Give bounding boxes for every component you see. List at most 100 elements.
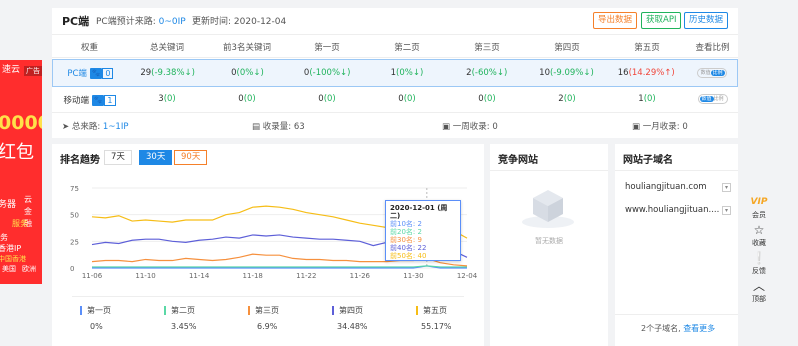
range-7-days-button[interactable]: 7天	[104, 150, 132, 165]
right-toolbar: VIP 会员 ☆ 收藏 ❕ 反馈 ︿ 顶部	[744, 195, 774, 307]
feedback-button[interactable]: ❕ 反馈	[744, 251, 774, 276]
x-tick-label: 11-26	[350, 272, 371, 280]
favorite-button[interactable]: ☆ 收藏	[744, 223, 774, 248]
history-data-button[interactable]: 历史数据	[684, 12, 729, 29]
arrow-up-icon: ︿	[752, 279, 765, 293]
legend-percent: 0%	[90, 322, 103, 331]
table-header: 权重 总关键词 前3名关键词 第一页 第二页 第三页 第四页 第五页 查看比例	[52, 41, 738, 53]
label: 一周收录:	[452, 122, 490, 132]
subdomain-footer: 2个子域名, 查看更多	[641, 323, 715, 334]
feedback-label: 反馈	[752, 267, 766, 275]
legend-item[interactable]: 第三页	[248, 305, 279, 316]
subdomain-count: 2个子域名,	[641, 324, 681, 333]
change: (0)	[323, 94, 336, 104]
change: (-100%↓)	[309, 68, 351, 78]
ad-text: 服务	[12, 219, 28, 228]
toggle-ratio: 比例	[713, 96, 724, 102]
value: 63	[293, 122, 305, 132]
star-icon: ☆	[753, 223, 765, 237]
ad-text: 云	[24, 195, 32, 204]
subdomain-item[interactable]: houliangjituan.com	[625, 182, 707, 192]
ad-text: 务器	[0, 200, 17, 210]
legend-item[interactable]: 第四页	[332, 305, 363, 316]
vip-button[interactable]: VIP 会员	[744, 195, 774, 220]
chevron-down-icon[interactable]: ▾	[722, 206, 731, 215]
total-cell: 3(0)	[127, 94, 207, 106]
favorite-label: 收藏	[752, 239, 766, 247]
legend-percent: 55.17%	[421, 322, 452, 331]
legend-percent: 34.48%	[337, 322, 368, 331]
source-value: 0~0IP	[158, 17, 186, 27]
value-ratio-toggle[interactable]: 数值 比例	[696, 67, 727, 78]
legend-item[interactable]: 第一页	[80, 305, 111, 316]
back-to-top-button[interactable]: ︿ 顶部	[744, 279, 774, 304]
device-name[interactable]: PC端	[67, 69, 87, 79]
col-page4: 第四页	[554, 43, 580, 53]
change: (14.29%↑)	[628, 68, 675, 78]
label: 一月收录:	[642, 122, 680, 132]
change: (0)	[563, 94, 576, 104]
legend-percent: 6.9%	[257, 322, 278, 331]
page5-cell: 16(14.29%↑)	[606, 68, 686, 78]
ad-tag: 广告	[24, 66, 42, 76]
col-weight: 权重	[80, 43, 98, 53]
page3-cell: 0(0)	[447, 94, 527, 106]
series-line[interactable]	[92, 265, 467, 268]
ad-text: 务	[0, 233, 8, 242]
empty-box-icon	[522, 190, 574, 228]
value-ratio-toggle[interactable]: 数值 比例	[697, 94, 728, 104]
left-advertisement[interactable]: 广告 速云 0000 红包 务器 云 金 融 服务 务 香港IP 中国香港 美国…	[0, 60, 42, 284]
device-name[interactable]: 移动端	[63, 96, 89, 106]
legend-label: 第二页	[171, 306, 195, 315]
tooltip-line: 前10名: 2	[390, 220, 422, 228]
source-estimate: PC端预计来路: 0~0IP	[96, 14, 186, 27]
ratio-cell: 数值 比例	[686, 67, 737, 79]
subdomain-item[interactable]: www.houliangjituan....	[625, 205, 719, 215]
page3-cell: 2(-60%↓)	[447, 68, 527, 78]
change: (0%↓)	[396, 68, 424, 78]
table-row: PC端 🐾 0 29(-9.38%↓) 0(0%↓) 0(-100%↓) 1(0%…	[52, 59, 738, 87]
page2-cell: 1(0%↓)	[367, 68, 447, 78]
range-90-days-button[interactable]: 90天	[174, 150, 208, 165]
page4-cell: 10(-9.09%↓)	[527, 68, 607, 78]
value: 29	[140, 68, 152, 78]
x-tick-label: 11-10	[135, 272, 155, 280]
page-title: PC端	[62, 15, 90, 28]
page5-cell: 1(0)	[607, 94, 687, 106]
legend-item[interactable]: 第二页	[164, 305, 195, 316]
x-tick-label: 11-22	[296, 272, 316, 280]
value: 0	[682, 122, 688, 132]
label: 总来路:	[71, 122, 101, 132]
ad-text: 0000	[0, 112, 42, 134]
col-page1: 第一页	[314, 43, 340, 53]
legend-label: 第三页	[255, 306, 279, 315]
calendar-icon: ▣	[442, 122, 451, 132]
chevron-down-icon[interactable]: ▾	[722, 183, 731, 192]
baidu-icon: 🐾	[89, 68, 103, 79]
tooltip-date: 2020-12-01 (周二)	[390, 204, 448, 220]
feedback-icon: ❕	[751, 251, 767, 265]
ad-text: 速云	[2, 65, 21, 75]
view-more-link[interactable]: 查看更多	[683, 324, 715, 333]
legend-label: 第四页	[339, 306, 363, 315]
baidu-icon: 🐾	[91, 95, 105, 106]
export-data-button[interactable]: 导出数据	[593, 12, 638, 29]
weight-badge: 0	[102, 68, 114, 79]
competition-title: 竞争网站	[498, 155, 538, 166]
ad-text: 中国香港	[0, 255, 26, 263]
vip-icon: VIP	[750, 197, 768, 207]
top3-cell: 0(0)	[207, 94, 287, 106]
get-api-button[interactable]: 获取API	[641, 12, 682, 29]
y-tick-label: 50	[70, 212, 79, 220]
range-30-days-button[interactable]: 30天	[139, 150, 173, 165]
tooltip-line: 前50名: 40	[390, 252, 427, 260]
trend-title: 排名趋势	[60, 155, 100, 166]
x-tick-label: 12-04	[457, 272, 478, 280]
calendar-icon: ▣	[632, 122, 641, 132]
legend-item[interactable]: 第五页	[416, 305, 447, 316]
ad-text: 红包	[0, 142, 34, 163]
device-cell: PC端 🐾 0	[53, 67, 128, 79]
x-tick-label: 11-14	[189, 272, 210, 280]
total-source: ➤ 总来路: 1~1IP	[62, 120, 128, 132]
change: (0)	[483, 94, 496, 104]
